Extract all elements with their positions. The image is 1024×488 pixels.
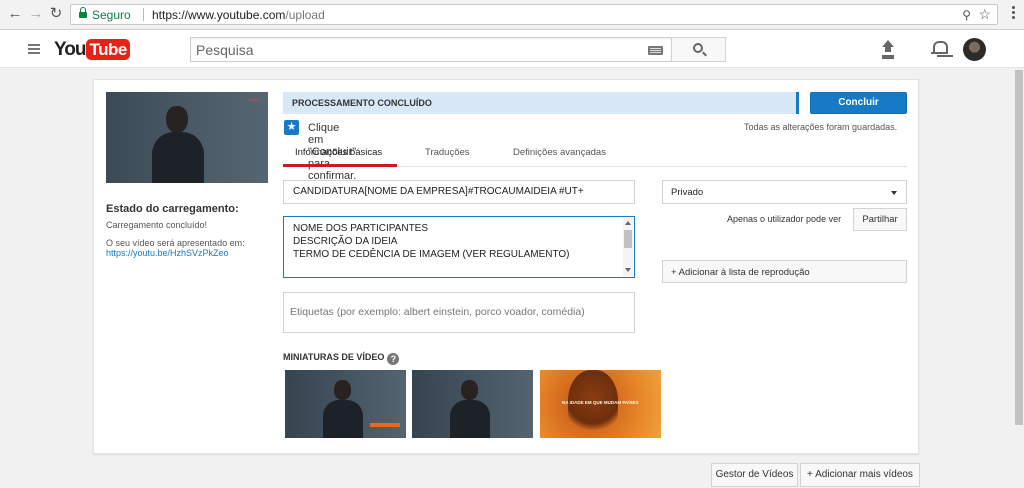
presented-at-text: O seu vídeo será apresentado em:: [106, 238, 245, 248]
description-line: DESCRIÇÃO DA IDEIA: [293, 236, 398, 247]
description-line: TERMO DE CEDÊNCIA DE IMAGEM (VER REGULAM…: [293, 249, 570, 260]
search-placeholder: Pesquisa: [196, 42, 254, 58]
help-icon[interactable]: ?: [387, 353, 400, 365]
address-bar[interactable]: Seguro https://www.youtube.com/upload ⚲ …: [70, 4, 998, 25]
description-scrollbar[interactable]: [623, 218, 633, 276]
thumbnail-option[interactable]: [285, 370, 406, 438]
title-input[interactable]: CANDIDATURA[NOME DA EMPRESA]#TROCAUMAIDE…: [283, 180, 635, 204]
tags-input[interactable]: Etiquetas (por exemplo: albert einstein,…: [283, 292, 635, 333]
upload-status-panel: UNTC Estado do carregamento: Carregament…: [106, 92, 268, 258]
video-link[interactable]: https://youtu.be/HzhSVzPkZeo: [106, 248, 268, 258]
reload-icon[interactable]: ↻: [47, 5, 65, 23]
youtube-logo[interactable]: You Tube: [54, 39, 130, 60]
video-watermark: UNTC: [248, 97, 260, 102]
description-line: NOME DOS PARTICIPANTES: [293, 223, 429, 234]
add-to-playlist-button[interactable]: + Adicionar à lista de reprodução: [662, 260, 907, 283]
chevron-down-icon: [891, 191, 897, 195]
video-manager-button[interactable]: Gestor de Vídeos: [711, 463, 798, 487]
url-divider: [143, 8, 144, 21]
search-icon: [693, 43, 703, 53]
bell-icon[interactable]: [931, 40, 948, 58]
processing-text: PROCESSAMENTO CONCLUÍDO: [292, 98, 432, 108]
person-figure: [152, 106, 204, 183]
search-input[interactable]: Pesquisa: [190, 37, 672, 62]
thumbnail-option[interactable]: [412, 370, 533, 438]
thumbnails-title: MINIATURAS DE VÍDEO?: [283, 352, 400, 365]
processing-banner: PROCESSAMENTO CONCLUÍDO: [283, 92, 799, 114]
privacy-dropdown[interactable]: Privado: [662, 180, 907, 204]
status-done-text: Carregamento concluído!: [106, 220, 208, 230]
star-icon: ★: [284, 120, 299, 135]
lock-icon: [79, 7, 87, 19]
thumbnail-caption: NA IDADE EM QUE MUDAM PAÍSES: [562, 400, 639, 405]
back-arrow-icon[interactable]: ←: [6, 5, 24, 23]
page-scrollbar[interactable]: [1014, 68, 1024, 488]
video-preview[interactable]: UNTC: [106, 92, 268, 183]
site-header: You Tube Pesquisa: [0, 30, 1024, 68]
active-tab-indicator: [283, 164, 397, 167]
thumbnail-option[interactable]: NA IDADE EM QUE MUDAM PAÍSES: [540, 370, 661, 438]
menu-icon[interactable]: [28, 44, 40, 56]
search-button[interactable]: [671, 37, 726, 62]
tab-translations[interactable]: Traduções: [425, 147, 470, 158]
add-more-videos-button[interactable]: + Adicionar mais vídeos: [800, 463, 920, 487]
bookmark-star-icon[interactable]: ☆: [978, 6, 991, 23]
done-button[interactable]: Concluir: [810, 92, 907, 114]
avatar[interactable]: [963, 38, 986, 61]
url-text: https://www.youtube.com/upload: [152, 8, 325, 22]
browser-menu-icon[interactable]: [1012, 6, 1016, 21]
tabs-bar: Informações básicas Traduções Definições…: [283, 143, 907, 167]
browser-toolbar: ← → ↻ Seguro https://www.youtube.com/upl…: [0, 0, 1024, 30]
share-button[interactable]: Partilhar: [853, 208, 907, 231]
visibility-hint: Apenas o utilizador pode ver: [727, 214, 842, 224]
upload-icon[interactable]: [880, 40, 896, 58]
secure-label: Seguro: [92, 8, 131, 22]
upload-card: UNTC Estado do carregamento: Carregament…: [93, 79, 919, 454]
privacy-selected: Privado: [671, 187, 704, 198]
keyboard-icon[interactable]: [648, 46, 663, 55]
forward-arrow-icon[interactable]: →: [27, 5, 45, 23]
description-textarea[interactable]: NOME DOS PARTICIPANTES DESCRIÇÃO DA IDEI…: [283, 216, 635, 278]
saved-text: Todas as alterações foram guardadas.: [744, 122, 898, 132]
tab-advanced-settings[interactable]: Definições avançadas: [513, 147, 606, 158]
status-title: Estado do carregamento:: [106, 203, 239, 215]
tab-basic-info[interactable]: Informações básicas: [295, 147, 382, 158]
zoom-icon[interactable]: ⚲: [962, 8, 971, 22]
